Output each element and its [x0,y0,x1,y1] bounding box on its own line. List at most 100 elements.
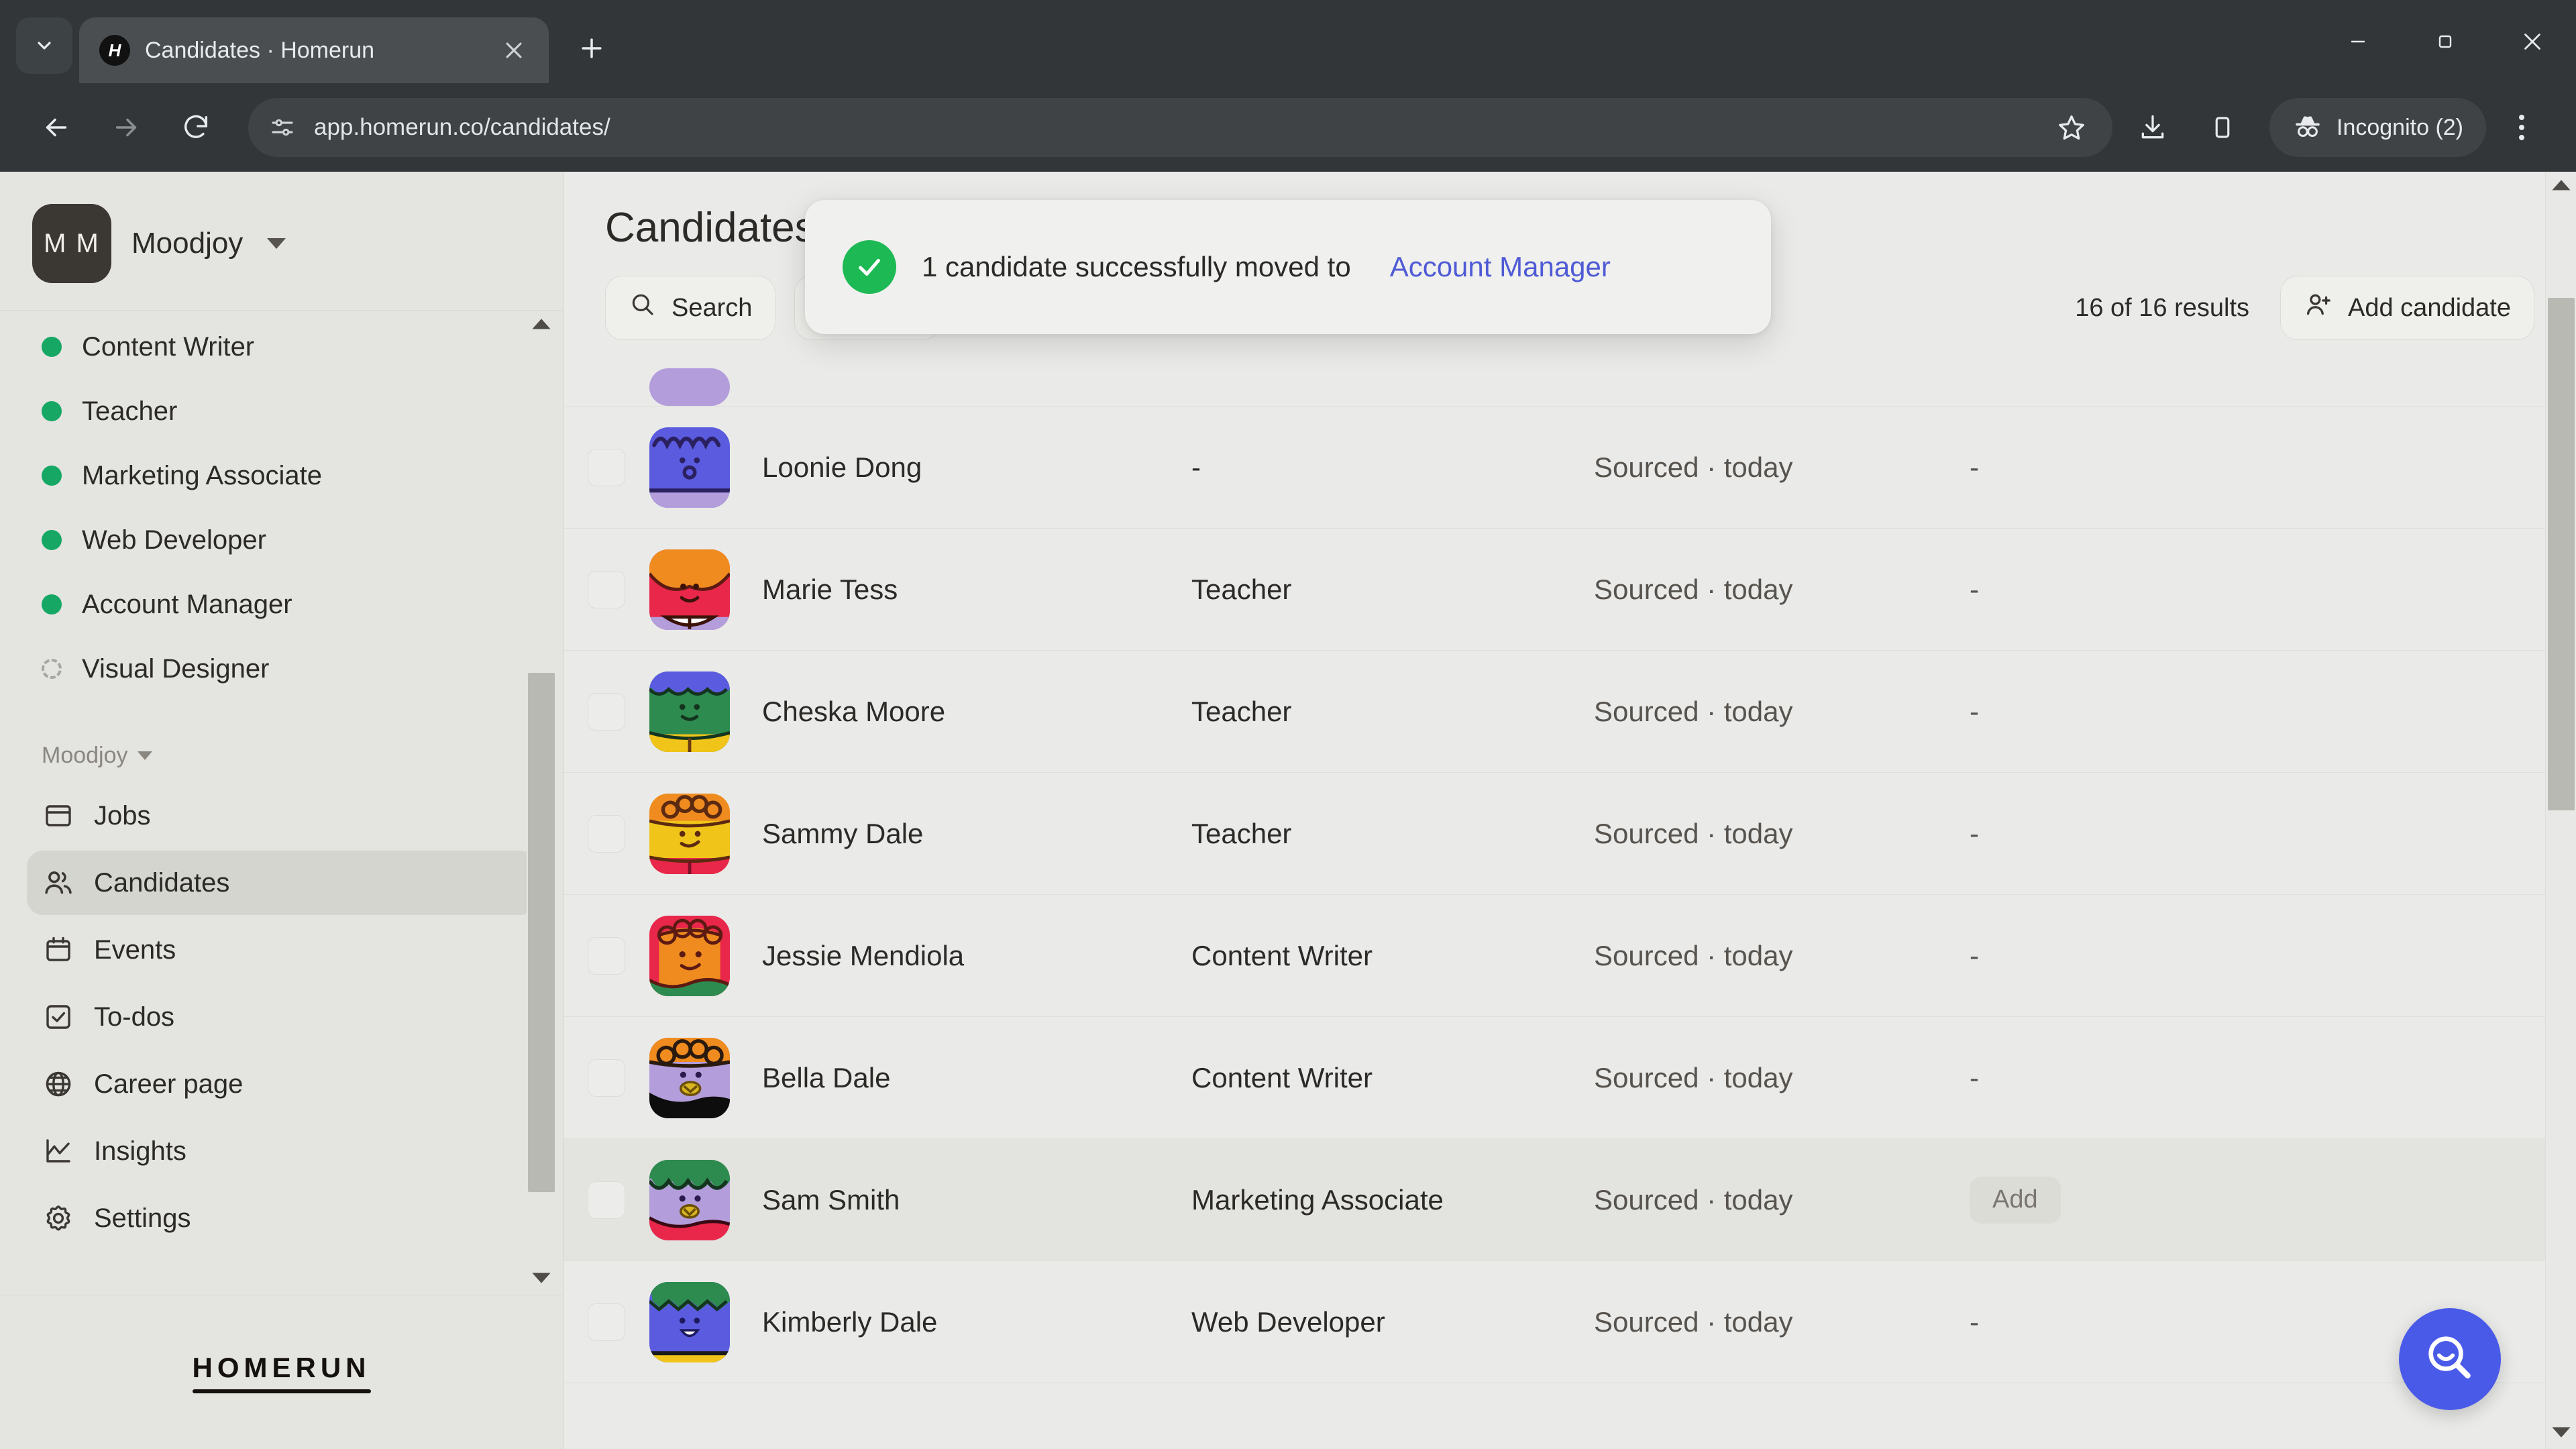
candidate-job: Content Writer [1191,939,1373,971]
add-candidate-button[interactable]: Add candidate [2280,276,2534,340]
sidebar-item-settings[interactable]: Settings [27,1186,536,1250]
plus-icon[interactable] [564,20,620,76]
incognito-indicator[interactable]: Incognito (2) [2269,98,2486,157]
arrow-left-icon[interactable] [24,95,89,160]
main-scrollbar[interactable] [2545,172,2576,1449]
sidebar-group-label-row[interactable]: Moodjoy [0,701,563,784]
avatar [649,1281,730,1362]
candidate-stage: Sourced · today [1594,451,1793,483]
maximize-icon[interactable] [2402,0,2489,83]
chevron-down-icon[interactable] [137,751,152,760]
sidebar-jobs-list: Content Writer Teacher Marketing Associa… [0,315,563,701]
status-dot-open-icon [42,337,62,357]
help-search-fab[interactable] [2399,1308,2501,1410]
row-checkbox[interactable] [588,570,625,608]
row-checkbox[interactable] [588,1303,625,1341]
sidebar-job-marketing-associate[interactable]: Marketing Associate [27,443,536,508]
candidate-name[interactable]: Cheska Moore [762,696,1191,728]
sidebar-job-web-developer[interactable]: Web Developer [27,508,536,572]
page-settings-icon[interactable] [268,113,297,142]
table-row[interactable]: Loonie Dong - Sourced · today - [564,407,2576,529]
candidate-name[interactable]: Loonie Dong [762,451,1191,484]
table-row[interactable]: Jessie Mendiola Content Writer Sourced ·… [564,895,2576,1017]
chevron-down-icon[interactable] [267,238,286,249]
candidate-name[interactable]: Sammy Dale [762,818,1191,850]
table-row-partial[interactable] [564,364,2576,407]
table-row[interactable]: Sam Smith Marketing Associate Sourced · … [564,1139,2576,1261]
close-icon[interactable] [495,32,533,69]
sidebar-scroll-area: Content Writer Teacher Marketing Associa… [0,310,563,1295]
row-checkbox[interactable] [588,936,625,975]
download-icon[interactable] [2121,95,2185,160]
tab-search-chevron-down-icon[interactable] [16,17,72,74]
star-icon[interactable] [2056,112,2092,143]
row-checkbox[interactable] [588,448,625,486]
avatar [649,915,730,996]
row-checkbox[interactable] [588,814,625,853]
homerun-wordmark: HOMERUN [192,1351,371,1383]
sidebar-job-label: Teacher [82,396,178,426]
sidebar-job-visual-designer[interactable]: Visual Designer [27,637,536,701]
scroll-up-arrow-icon[interactable] [530,311,553,339]
arrow-right-icon [94,95,158,160]
sidebar-item-events[interactable]: Events [27,918,536,982]
checkbox-icon [42,1000,75,1034]
table-row[interactable]: Bella Dale Content Writer Sourced · toda… [564,1017,2576,1139]
sidebar-item-label: To-dos [94,1002,175,1032]
sidebar-item-insights[interactable]: Insights [27,1119,536,1183]
row-checkbox[interactable] [588,1181,625,1219]
minimize-icon[interactable] [2314,0,2402,83]
sidebar-scrollbar[interactable] [527,311,556,1295]
add-button[interactable]: Add [1970,1176,2061,1224]
candidate-job: Content Writer [1191,1061,1373,1093]
scrollbar-track[interactable] [2546,201,2576,1420]
globe-icon [42,1067,75,1101]
table-row[interactable]: Sammy Dale Teacher Sourced · today - [564,773,2576,895]
omnibox-toolbar: app.homerun.co/candidates/ Incognito (2) [0,83,2576,172]
candidate-name[interactable]: Sam Smith [762,1184,1191,1216]
toast-notification: 1 candidate successfully moved to Accoun… [805,200,1771,334]
kebab-menu-icon[interactable] [2491,95,2552,160]
scrollbar-thumb[interactable] [2547,298,2575,810]
sidebar-job-teacher[interactable]: Teacher [27,379,536,443]
candidate-name[interactable]: Marie Tess [762,574,1191,606]
gear-icon [42,1201,75,1235]
sidebar-item-jobs[interactable]: Jobs [27,784,536,848]
address-bar[interactable]: app.homerun.co/candidates/ [248,98,2112,157]
window-close-icon[interactable] [2489,0,2576,83]
sidebar-item-candidates[interactable]: Candidates [27,851,536,915]
scroll-up-arrow-icon[interactable] [2550,172,2573,201]
sidebar-item-to-dos[interactable]: To-dos [27,985,536,1049]
scrollbar-thumb[interactable] [528,673,555,1192]
scrollbar-track[interactable] [527,339,556,1266]
browser-tab[interactable]: H Candidates · Homerun [79,17,549,83]
sidebar-job-content-writer[interactable]: Content Writer [27,315,536,379]
scroll-down-arrow-icon[interactable] [530,1266,553,1295]
search-button[interactable]: Search [605,276,776,340]
candidate-stage: Sourced · today [1594,1061,1793,1093]
sidebar-job-account-manager[interactable]: Account Manager [27,572,536,637]
candidate-name[interactable]: Jessie Mendiola [762,940,1191,972]
row-checkbox[interactable] [588,692,625,731]
org-avatar: M M [32,204,111,283]
avatar [649,793,730,874]
table-row[interactable]: Cheska Moore Teacher Sourced · today - [564,651,2576,773]
sidebar-item-label: Candidates [94,867,230,898]
candidate-last: - [1970,1305,1979,1338]
candidate-job: - [1191,451,1201,483]
status-dot-open-icon [42,466,62,486]
candidate-last: - [1970,817,1979,849]
row-checkbox[interactable] [588,1059,625,1097]
reload-icon[interactable] [164,95,228,160]
wordmark-underline [192,1389,371,1393]
scroll-down-arrow-icon[interactable] [2550,1420,2573,1449]
sidebar-item-career-page[interactable]: Career page [27,1052,536,1116]
candidate-name[interactable]: Bella Dale [762,1062,1191,1094]
candidate-name[interactable]: Kimberly Dale [762,1306,1191,1338]
table-row[interactable]: Marie Tess Teacher Sourced · today - [564,529,2576,651]
side-panel-icon[interactable] [2190,95,2255,160]
table-row[interactable]: Kimberly Dale Web Developer Sourced · to… [564,1261,2576,1383]
toast-link-account-manager[interactable]: Account Manager [1390,251,1611,283]
candidate-stage: Sourced · today [1594,1183,1793,1216]
org-switcher[interactable]: M M Moodjoy [0,172,563,310]
